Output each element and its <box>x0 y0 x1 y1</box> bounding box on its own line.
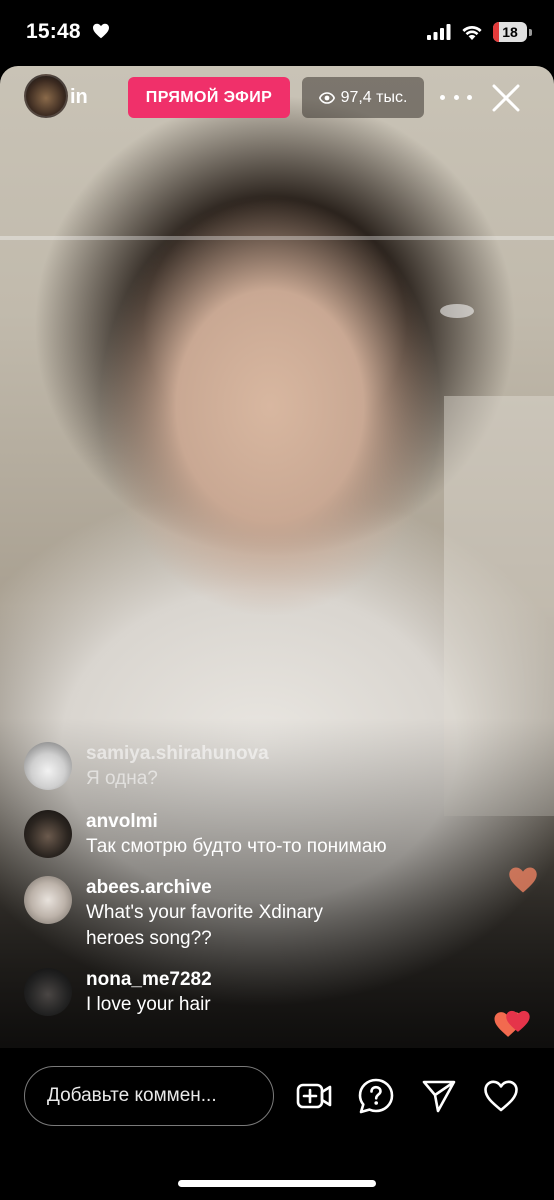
floating-heart-icon <box>509 867 537 893</box>
commenter-username[interactable]: nona_me7282 <box>86 968 212 992</box>
comment-text-line-2: heroes song?? <box>86 928 212 949</box>
question-icon[interactable] <box>357 1077 395 1115</box>
commenter-avatar[interactable] <box>24 810 72 858</box>
status-bar: 15:48 18 <box>0 0 554 66</box>
commenter-avatar[interactable] <box>24 968 72 1016</box>
viewer-count[interactable]: 97,4 тыс. <box>302 77 424 118</box>
wifi-icon <box>462 25 482 40</box>
add-guest-icon[interactable] <box>295 1077 333 1115</box>
home-indicator[interactable] <box>178 1180 376 1187</box>
comment-text: Так смотрю будто что-то понимаю <box>86 836 387 857</box>
live-badge: ПРЯМОЙ ЭФИР <box>128 77 290 118</box>
comment-item[interactable]: abees.archive What's your favorite Xdina… <box>24 876 323 952</box>
battery-level <box>493 22 500 42</box>
commenter-username[interactable]: samiya.shirahunova <box>86 742 269 766</box>
heart-status-icon <box>93 23 109 39</box>
send-icon[interactable] <box>420 1077 458 1115</box>
comment-text-line-1: What's your favorite Xdinary <box>86 902 323 923</box>
cellular-signal-icon <box>427 24 451 40</box>
comment-text: I love your hair <box>86 994 211 1015</box>
battery-cap <box>529 28 532 36</box>
battery-percent: 18 <box>502 24 518 40</box>
more-options-icon[interactable] <box>440 82 472 112</box>
viewer-count-label: 97,4 тыс. <box>340 88 408 106</box>
comment-text: Я одна? <box>86 768 158 789</box>
comment-item[interactable]: samiya.shirahunova Я одна? <box>24 742 269 792</box>
host-avatar[interactable] <box>24 74 68 118</box>
commenter-username[interactable]: abees.archive <box>86 876 323 900</box>
status-time: 15:48 <box>26 20 81 43</box>
battery-indicator: 18 <box>493 22 527 42</box>
comment-input[interactable]: Добавьте коммен... <box>24 1066 274 1126</box>
comment-item[interactable]: anvolmi Так смотрю будто что-то понимаю <box>24 810 387 860</box>
commenter-username[interactable]: anvolmi <box>86 810 387 834</box>
comment-item[interactable]: nona_me7282 I love your hair <box>24 968 212 1018</box>
eye-icon <box>318 91 335 104</box>
ceiling-light <box>440 304 474 318</box>
heart-icon[interactable] <box>482 1077 520 1115</box>
commenter-avatar[interactable] <box>24 742 72 790</box>
close-icon[interactable] <box>490 82 522 114</box>
commenter-avatar[interactable] <box>24 876 72 924</box>
ceiling-edge <box>0 236 554 240</box>
floating-hearts-icon <box>494 1010 530 1037</box>
host-name[interactable]: in <box>70 86 88 109</box>
